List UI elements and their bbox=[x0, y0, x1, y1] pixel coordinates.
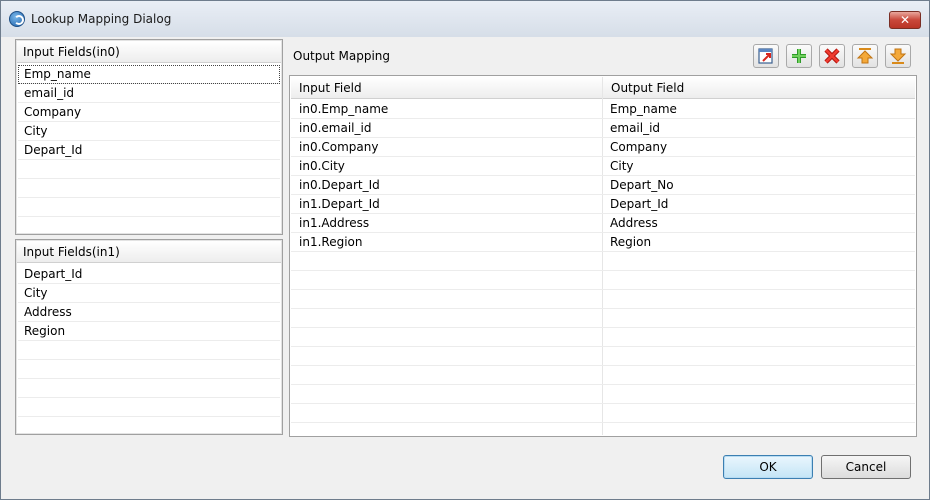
close-button[interactable]: ✕ bbox=[889, 11, 921, 29]
output-field-cell[interactable]: Company bbox=[602, 138, 667, 157]
delete-row-button[interactable] bbox=[819, 44, 845, 68]
table-row[interactable]: in0.Company Company bbox=[291, 138, 915, 157]
list-item[interactable]: City bbox=[18, 284, 280, 303]
list-item[interactable]: Emp_name bbox=[18, 65, 280, 84]
table-row-empty bbox=[291, 309, 915, 328]
input-fields-in0-panel: Input Fields(in0) Emp_name email_id Comp… bbox=[15, 39, 283, 235]
export-button[interactable] bbox=[753, 44, 779, 68]
list-item-empty bbox=[18, 360, 280, 379]
list-item[interactable]: Region bbox=[18, 322, 280, 341]
table-row[interactable]: in1.Address Address bbox=[291, 214, 915, 233]
cancel-button[interactable]: Cancel bbox=[821, 455, 911, 479]
output-field-cell[interactable]: Emp_name bbox=[602, 100, 677, 119]
input-field-cell[interactable]: in0.email_id bbox=[291, 119, 371, 138]
export-icon bbox=[758, 48, 773, 64]
list-item-empty bbox=[18, 379, 280, 398]
input-fields-in1-panel: Input Fields(in1) Depart_Id City Address… bbox=[15, 239, 283, 435]
table-row-empty bbox=[291, 271, 915, 290]
table-row-empty bbox=[291, 252, 915, 271]
table-row-empty bbox=[291, 290, 915, 309]
output-mapping-label: Output Mapping bbox=[293, 49, 390, 63]
table-row-empty bbox=[291, 347, 915, 366]
list-item-empty bbox=[18, 417, 280, 436]
table-row-empty bbox=[291, 385, 915, 404]
list-item-empty bbox=[18, 160, 280, 179]
add-row-button[interactable] bbox=[786, 44, 812, 68]
app-icon bbox=[9, 11, 25, 27]
output-mapping-table: Input Field Output Field in0.Emp_name Em… bbox=[289, 75, 917, 437]
add-icon bbox=[792, 49, 806, 63]
list-item-empty bbox=[18, 198, 280, 217]
input-field-cell[interactable]: in0.Company bbox=[291, 138, 378, 157]
move-down-icon bbox=[889, 48, 907, 64]
list-item[interactable]: Address bbox=[18, 303, 280, 322]
table-row-empty bbox=[291, 404, 915, 423]
column-header-output-field[interactable]: Output Field bbox=[603, 77, 915, 99]
column-header-input-field[interactable]: Input Field bbox=[291, 77, 603, 99]
output-field-cell[interactable]: Depart_Id bbox=[602, 195, 668, 214]
ok-button[interactable]: OK bbox=[723, 455, 813, 479]
window-title: Lookup Mapping Dialog bbox=[31, 12, 172, 26]
output-field-cell[interactable]: Address bbox=[602, 214, 658, 233]
list-item[interactable]: Depart_Id bbox=[18, 265, 280, 284]
table-row[interactable]: in1.Depart_Id Depart_Id bbox=[291, 195, 915, 214]
list-item-empty bbox=[18, 217, 280, 236]
output-field-cell[interactable]: email_id bbox=[602, 119, 660, 138]
output-field-cell[interactable]: Region bbox=[602, 233, 651, 252]
input-field-cell[interactable]: in1.Depart_Id bbox=[291, 195, 380, 214]
table-row[interactable]: in0.email_id email_id bbox=[291, 119, 915, 138]
list-item[interactable]: Company bbox=[18, 103, 280, 122]
delete-icon bbox=[824, 48, 840, 64]
table-row-empty bbox=[291, 328, 915, 347]
table-row-empty bbox=[291, 366, 915, 385]
input-fields-in1-header: Input Fields(in1) bbox=[17, 241, 281, 263]
dialog-body: Input Fields(in0) Emp_name email_id Comp… bbox=[9, 37, 921, 493]
table-row[interactable]: in1.Region Region bbox=[291, 233, 915, 252]
lookup-mapping-dialog: Lookup Mapping Dialog ✕ Input Fields(in0… bbox=[0, 0, 930, 500]
table-row[interactable]: in0.Depart_Id Depart_No bbox=[291, 176, 915, 195]
move-up-icon bbox=[856, 48, 874, 64]
move-down-button[interactable] bbox=[885, 44, 911, 68]
list-item[interactable]: email_id bbox=[18, 84, 280, 103]
title-bar[interactable]: Lookup Mapping Dialog ✕ bbox=[1, 1, 929, 37]
output-field-cell[interactable]: City bbox=[602, 157, 634, 176]
list-item-empty bbox=[18, 398, 280, 417]
input-field-cell[interactable]: in1.Region bbox=[291, 233, 362, 252]
table-row[interactable]: in0.Emp_name Emp_name bbox=[291, 100, 915, 119]
input-field-cell[interactable]: in0.Emp_name bbox=[291, 100, 388, 119]
list-item[interactable]: City bbox=[18, 122, 280, 141]
output-field-cell[interactable]: Depart_No bbox=[602, 176, 674, 195]
input-field-cell[interactable]: in0.Depart_Id bbox=[291, 176, 380, 195]
list-item-empty bbox=[18, 341, 280, 360]
list-item-empty bbox=[18, 179, 280, 198]
move-up-button[interactable] bbox=[852, 44, 878, 68]
input-field-cell[interactable]: in1.Address bbox=[291, 214, 369, 233]
input-fields-in0-header: Input Fields(in0) bbox=[17, 41, 281, 63]
input-field-cell[interactable]: in0.City bbox=[291, 157, 345, 176]
list-item[interactable]: Depart_Id bbox=[18, 141, 280, 160]
table-row[interactable]: in0.City City bbox=[291, 157, 915, 176]
